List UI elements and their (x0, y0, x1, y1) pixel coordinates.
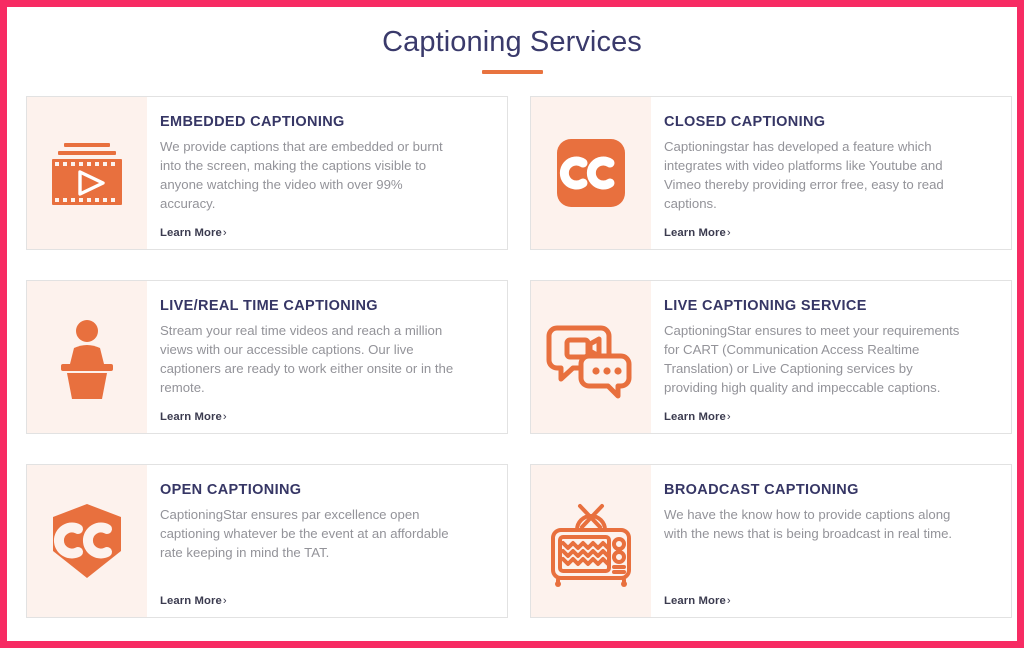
card-description: CaptioningStar ensures par excellence op… (160, 507, 449, 560)
card-title: BROADCAST CAPTIONING (664, 482, 859, 498)
card-title: EMBEDDED CAPTIONING (160, 114, 345, 130)
card-description: We provide captions that are embedded or… (160, 139, 443, 211)
chevron-right-icon: › (222, 411, 227, 423)
chevron-right-icon: › (222, 595, 227, 607)
service-card-live-captioning-service[interactable]: LIVE CAPTIONING SERVICE CaptioningStar e… (530, 280, 1012, 434)
card-title: LIVE CAPTIONING SERVICE (664, 298, 867, 314)
card-title: OPEN CAPTIONING (160, 482, 302, 498)
card-title: CLOSED CAPTIONING (664, 114, 826, 130)
card-icon-panel (27, 97, 147, 249)
learn-more-link[interactable]: Learn More› (160, 587, 489, 607)
service-card-live-real-time-captioning[interactable]: LIVE/REAL TIME CAPTIONING Stream your re… (26, 280, 508, 434)
film-strip-play-icon (44, 130, 130, 216)
service-card-open-captioning[interactable]: OPEN CAPTIONING CaptioningStar ensures p… (26, 464, 508, 618)
learn-more-label: Learn More (160, 227, 222, 239)
service-card-embedded-captioning[interactable]: EMBEDDED CAPTIONING We provide captions … (26, 96, 508, 250)
card-icon-panel (531, 281, 651, 433)
service-card-broadcast-captioning[interactable]: BROADCAST CAPTIONING We have the know ho… (530, 464, 1012, 618)
service-card-closed-captioning[interactable]: CLOSED CAPTIONING Captioningstar has dev… (530, 96, 1012, 250)
page-frame: Captioning Services EMBEDDED CAPTIONING … (0, 0, 1024, 648)
services-card-grid: EMBEDDED CAPTIONING We provide captions … (18, 80, 1012, 618)
page-title: Captioning Services (382, 26, 642, 58)
card-body: LIVE/REAL TIME CAPTIONING Stream your re… (147, 281, 507, 433)
retro-tv-icon (544, 494, 638, 588)
chevron-right-icon: › (222, 227, 227, 239)
title-underline-accent (481, 70, 543, 74)
card-description: Stream your real time videos and reach a… (160, 323, 454, 395)
learn-more-link[interactable]: Learn More› (664, 587, 993, 607)
speaker-podium-icon (44, 312, 130, 402)
card-icon-panel (531, 97, 651, 249)
card-body: OPEN CAPTIONING CaptioningStar ensures p… (147, 465, 507, 617)
chevron-right-icon: › (726, 411, 731, 423)
learn-more-label: Learn More (160, 411, 222, 423)
card-description: Captioningstar has developed a feature w… (664, 139, 944, 211)
card-icon-panel (27, 465, 147, 617)
card-body: CLOSED CAPTIONING Captioningstar has dev… (651, 97, 1011, 249)
learn-more-link[interactable]: Learn More› (160, 219, 489, 239)
card-body: LIVE CAPTIONING SERVICE CaptioningStar e… (651, 281, 1011, 433)
card-icon-panel (531, 465, 651, 617)
card-body: EMBEDDED CAPTIONING We provide captions … (147, 97, 507, 249)
card-icon-panel (27, 281, 147, 433)
cc-rounded-square-icon (548, 130, 634, 216)
learn-more-label: Learn More (160, 595, 222, 607)
learn-more-label: Learn More (664, 227, 726, 239)
card-title: LIVE/REAL TIME CAPTIONING (160, 298, 378, 314)
cc-hexagon-shield-icon (42, 496, 132, 586)
video-chat-bubbles-icon (545, 311, 637, 403)
card-description: We have the know how to provide captions… (664, 507, 953, 541)
learn-more-link[interactable]: Learn More› (664, 403, 993, 423)
learn-more-link[interactable]: Learn More› (664, 219, 993, 239)
learn-more-label: Learn More (664, 595, 726, 607)
card-body: BROADCAST CAPTIONING We have the know ho… (651, 465, 1011, 617)
chevron-right-icon: › (726, 595, 731, 607)
learn-more-label: Learn More (664, 411, 726, 423)
page-header: Captioning Services (18, 17, 1006, 80)
card-description: CaptioningStar ensures to meet your requ… (664, 323, 960, 395)
learn-more-link[interactable]: Learn More› (160, 403, 489, 423)
page-inner: Captioning Services EMBEDDED CAPTIONING … (7, 7, 1017, 641)
chevron-right-icon: › (726, 227, 731, 239)
